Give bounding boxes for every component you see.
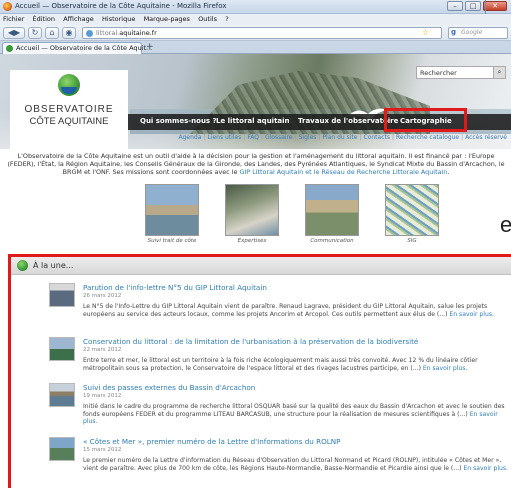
firefox-icon	[3, 2, 12, 11]
search-icon[interactable]: ⌕	[493, 67, 505, 78]
search-engine-placeholder: Google	[461, 29, 483, 36]
search-engine-box[interactable]: g Google	[448, 27, 508, 39]
thumb-caption: SIG	[407, 238, 417, 244]
url-text: littoral.aquitaine.fr	[96, 29, 157, 37]
window-title: Accueil — Observatoire de la Côte Aquita…	[15, 2, 227, 10]
news-thumbnail[interactable]	[49, 337, 75, 361]
news-title[interactable]: Conservation du littoral : de la limitat…	[83, 337, 418, 346]
news-date: 15 mars 2012	[83, 447, 122, 453]
subnav-glossaire[interactable]: Glossaire	[265, 134, 293, 141]
section-header: À la une...	[11, 257, 511, 275]
close-window-button[interactable]: ✕	[483, 1, 507, 11]
thumb-expertises[interactable]	[225, 184, 279, 236]
bookmark-star-icon[interactable]: ☆	[422, 28, 429, 37]
site-search-box[interactable]: Rechercher ⌕	[416, 66, 506, 79]
thumb-caption: Expertises	[237, 238, 267, 244]
maximize-button[interactable]: □	[465, 1, 481, 11]
reload-icon[interactable]: ↻	[28, 27, 42, 39]
menu-aide[interactable]: ?	[222, 14, 231, 24]
menu-outils[interactable]: Outils	[195, 14, 220, 24]
url-bar[interactable]: littoral.aquitaine.fr ☆	[82, 27, 442, 39]
utility-nav: Agenda | Liens utiles | FAQ | Glossaire | Sigles…	[178, 134, 507, 141]
navigation-toolbar: ◀▶ ↻ ⌂ ◉ littoral.aquitaine.fr ☆ g Googl…	[0, 25, 511, 41]
subnav-agenda[interactable]: Agenda	[179, 134, 202, 141]
globe-icon	[86, 30, 93, 37]
news-summary: Le premier numéro de la Lettre d'informa…	[83, 457, 508, 472]
nav-littoral-aquitain[interactable]: Le littoral aquitain	[216, 117, 290, 125]
thumb-sig[interactable]	[385, 184, 439, 236]
read-more-link[interactable]: En savoir plus.	[449, 311, 494, 318]
news-date: 22 mars 2012	[83, 347, 122, 353]
thumb-caption: Communication	[310, 238, 354, 244]
menu-marque-pages[interactable]: Marque-pages	[141, 14, 193, 24]
subnav-liens-utiles[interactable]: Liens utiles	[207, 134, 241, 141]
home-icon[interactable]: ⌂	[45, 27, 59, 39]
logo-globe-icon	[58, 74, 80, 96]
nav-qui-sommes-nous[interactable]: Qui sommes-nous ?	[140, 117, 217, 125]
window-titlebar: Accueil — Observatoire de la Côte Aquita…	[0, 0, 511, 14]
news-title[interactable]: « Côtes et Mer », premier numéro de la L…	[83, 437, 341, 446]
minimize-button[interactable]: –	[447, 1, 463, 11]
news-thumbnail[interactable]	[49, 283, 75, 307]
site-search-label: Rechercher	[420, 69, 457, 77]
thumb-communication[interactable]	[305, 184, 359, 236]
logo-line2: CÔTE AQUITAINE	[29, 116, 109, 127]
intro-link[interactable]: GIP Littoral Aquitain et le Réseau de Re…	[239, 168, 447, 176]
logo-line1: OBSERVATOIRE	[24, 104, 114, 115]
menu-edition[interactable]: Édition	[29, 14, 58, 24]
section-globe-icon	[17, 260, 28, 271]
a-la-une-section: À la une... Parution de l'info-lettre N°…	[8, 254, 511, 488]
thumbnail-gallery: Suivi trait de côte Expertises Communica…	[145, 184, 445, 246]
intro-paragraph: L'Observatoire de la Côte Aquitaine est …	[7, 152, 505, 176]
favicon-icon	[6, 45, 13, 52]
window-controls: – □ ✕	[447, 1, 507, 11]
thumb-suivi-trait-de-cote[interactable]	[145, 184, 199, 236]
subnav-sigles[interactable]: Sigles	[299, 134, 317, 141]
subnav-recherche-catalogue[interactable]: Recherche catalogue	[396, 134, 459, 141]
news-title[interactable]: Suivi des passes externes du Bassin d'Ar…	[83, 383, 255, 392]
google-icon: g	[451, 28, 457, 36]
news-summary: Le N°5 de l'Info-Lettre du GIP Littoral …	[83, 303, 494, 318]
section-title: À la une...	[33, 261, 74, 270]
new-tab-button[interactable]: +	[146, 43, 154, 52]
news-title[interactable]: Parution de l'info-lettre N°5 du GIP Lit…	[83, 283, 267, 292]
tab-label: Accueil — Observatoire de la Côte Aquit.…	[16, 44, 153, 52]
subnav-faq[interactable]: FAQ	[247, 134, 259, 141]
side-letter: e	[500, 212, 511, 237]
tab-bar: Accueil — Observatoire de la Côte Aquit.…	[0, 41, 511, 54]
news-date: 19 mars 2012	[83, 393, 122, 399]
news-summary: Initié dans le cadre du programme de rec…	[83, 403, 505, 426]
subnav-acces-reserve[interactable]: Accès réservé	[465, 134, 507, 141]
thumb-caption: Suivi trait de côte	[147, 238, 197, 244]
news-date: 26 mars 2012	[83, 293, 122, 299]
web-page: Rechercher ⌕ OBSERVATOIRE CÔTE AQUITAINE…	[0, 54, 511, 488]
menu-fichier[interactable]: Fichier	[0, 14, 27, 24]
read-more-link[interactable]: En savoir plus.	[423, 365, 468, 372]
news-thumbnail[interactable]	[49, 383, 75, 407]
menu-historique[interactable]: Historique	[99, 14, 138, 24]
subnav-contacts[interactable]: Contacts	[364, 134, 390, 141]
tab-accueil[interactable]: Accueil — Observatoire de la Côte Aquit.…	[2, 42, 152, 54]
read-more-link[interactable]: En savoir plus.	[463, 465, 508, 472]
subnav-plan-du-site[interactable]: Plan du site	[322, 134, 357, 141]
site-identity-icon[interactable]: ◉	[62, 27, 76, 39]
news-summary: Entre terre et mer, le littoral est un t…	[83, 357, 478, 372]
news-thumbnail[interactable]	[49, 437, 75, 461]
menu-bar: Fichier Édition Affichage Historique Mar…	[0, 14, 511, 25]
menu-affichage[interactable]: Affichage	[60, 14, 97, 24]
highlight-box	[384, 108, 467, 132]
back-button[interactable]: ◀▶	[3, 27, 25, 39]
